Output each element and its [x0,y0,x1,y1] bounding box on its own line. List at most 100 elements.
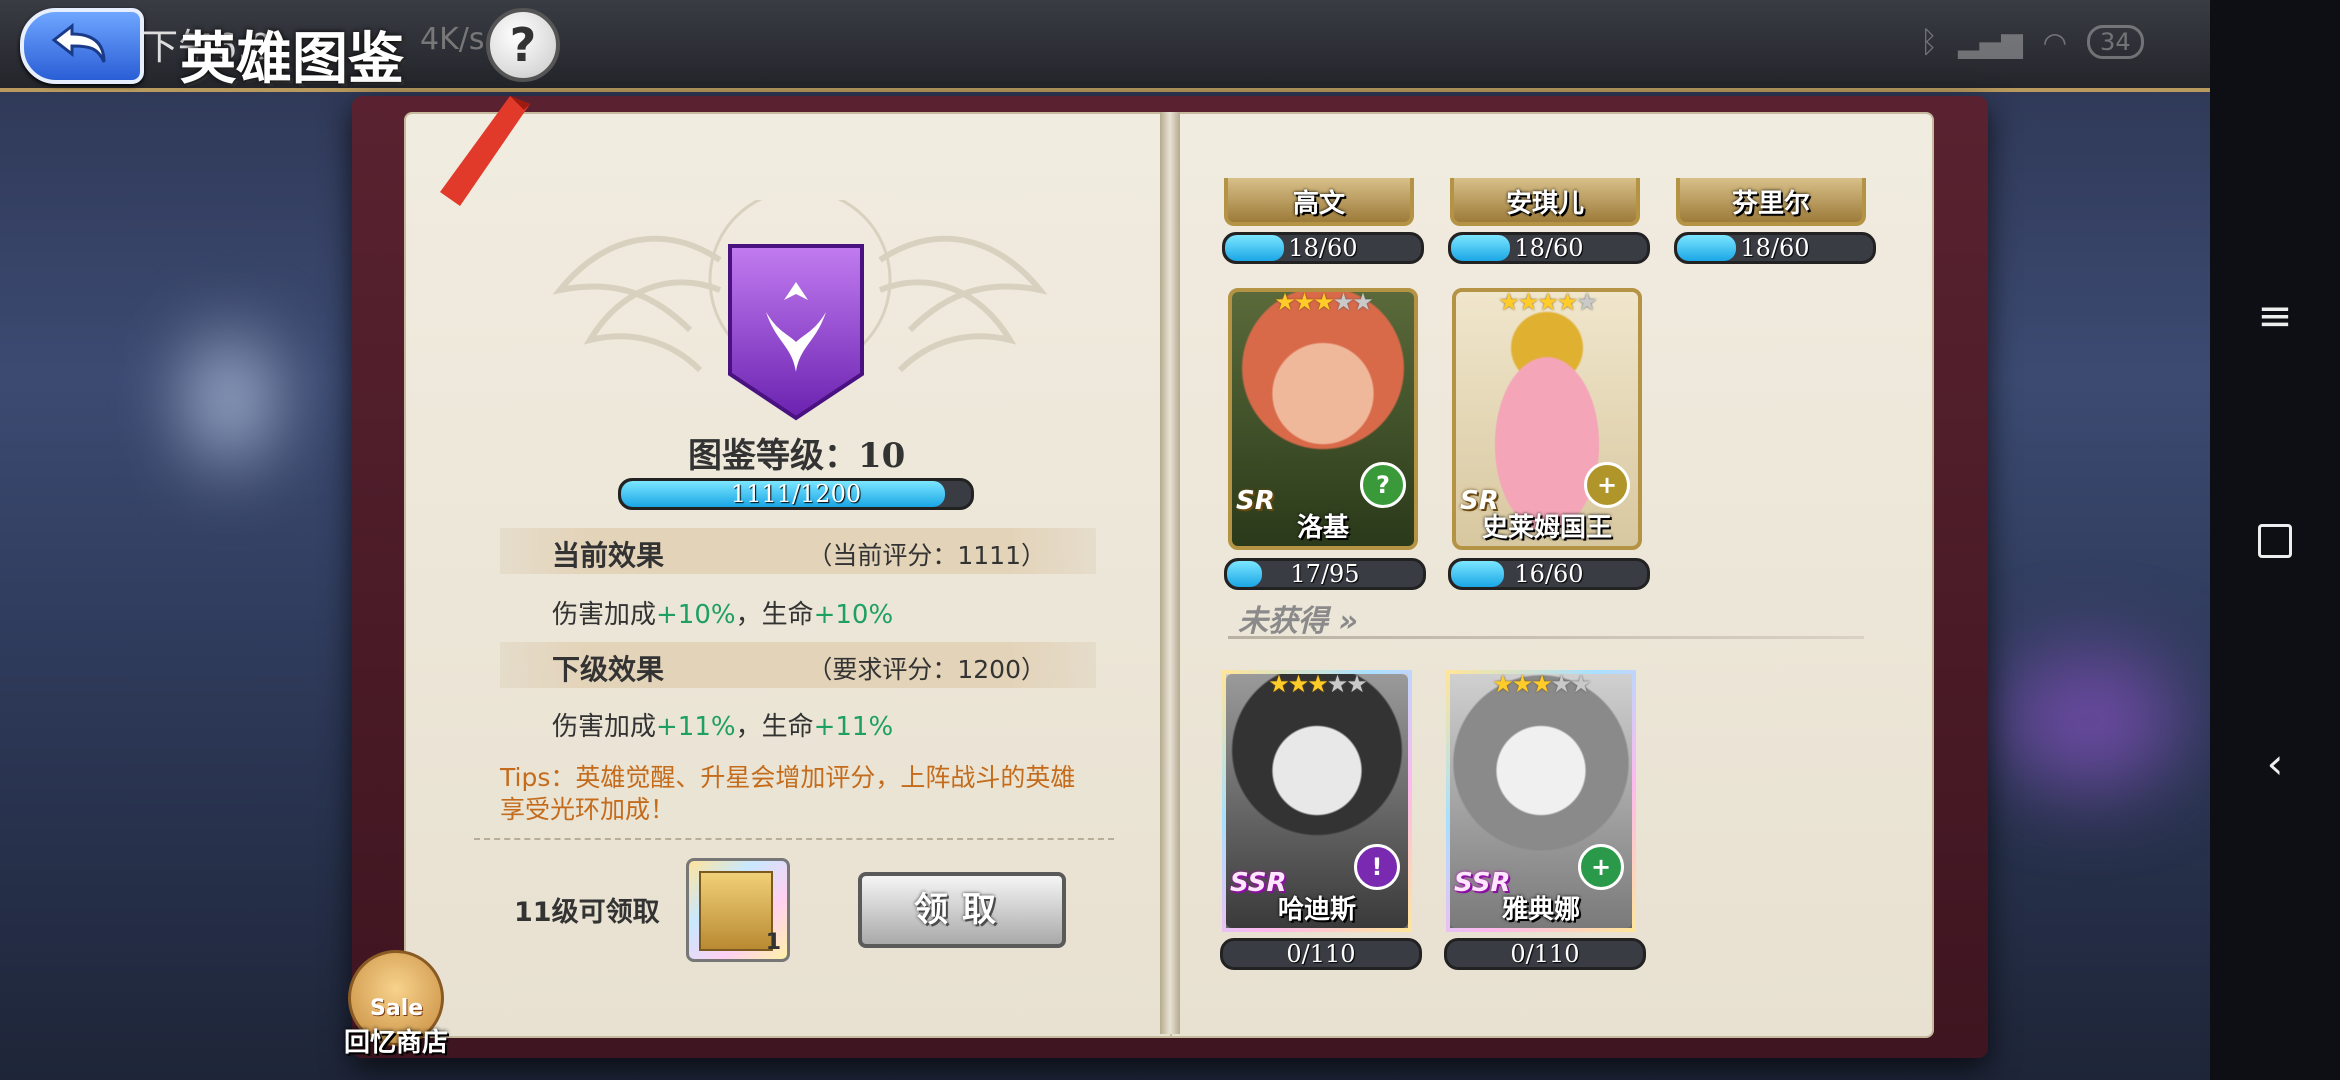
class-badge-icon: ? [1360,462,1406,508]
hero-card[interactable]: 芬里尔 [1676,178,1866,226]
hero-card[interactable]: ★★★★★ SR ? 洛基 [1228,288,1418,550]
class-badge-icon: + [1578,844,1624,890]
signal-icon: ▂▄▆ [1958,25,2023,59]
help-button[interactable]: ? [486,8,560,82]
next-effect-title: 下级效果 [552,653,665,686]
star-icon: ★ [1307,670,1328,698]
required-score: （要求评分：1200） [807,655,1046,684]
star-icon: ★ [1274,288,1295,316]
section-divider [1228,636,1864,639]
hero-progress-bar: 18/60 [1448,232,1650,264]
hero-name: 高文 [1292,189,1345,219]
star-rating: ★★★★★ [1232,288,1414,316]
unobtained-text: 未获得 [1238,604,1328,639]
class-badge-icon: ! [1354,844,1400,890]
star-icon: ★ [1287,670,1309,698]
star-icon: ★ [1293,288,1315,316]
status-icons: ᛒ ▂▄▆ ◠ 34 [1920,22,2144,62]
star-icon: ★ [1498,288,1519,316]
star-icon: ★ [1332,288,1354,316]
back-chevron-icon[interactable]: ‹ [2255,743,2295,785]
hero-name: 哈迪斯 [1277,895,1356,925]
star-icon: ★ [1326,670,1348,698]
star-icon: ★ [1537,288,1558,316]
hero-card[interactable]: ★★★★★ SR + 史莱姆国王 [1452,288,1642,550]
hp-bonus: +11% [813,712,894,742]
hero-progress-bar: 0/110 [1444,938,1646,970]
top-bar: 下午6:0 英雄图鉴 4K/s ? ᛒ ▂▄▆ ◠ 34 [0,0,2210,92]
unobtained-label: 未获得 » [1238,596,1358,640]
claim-condition: 11级可领取 [514,897,660,928]
star-icon: ★ [1313,288,1334,316]
ribbon-bookmark [440,96,530,206]
level-progress-text: 1111/1200 [730,480,862,508]
star-icon: ★ [1531,670,1552,698]
reward-item[interactable]: 1 [686,858,790,962]
hero-name: 洛基 [1296,513,1349,543]
hero-name: 雅典娜 [1501,895,1580,925]
star-icon: ★ [1511,670,1533,698]
sale-tag: Sale [370,996,424,1021]
hero-progress-text: 17/95 [1290,560,1360,588]
shop-label: 回忆商店 [343,1028,448,1058]
hero-card[interactable]: 安琪儿 [1450,178,1640,226]
damage-bonus: +10% [656,600,736,630]
hero-card-locked[interactable]: ★★★★★ SSR + 雅典娜 [1446,670,1636,932]
collection-level: 图鉴等级：10 [688,436,906,476]
background-light [200,340,260,460]
hero-progress-bar: 18/60 [1674,232,1876,264]
star-icon: ★ [1346,670,1367,698]
star-rating: ★★★★★ [1226,670,1408,698]
hp-bonus: +10% [813,600,894,630]
hero-progress-bar: 18/60 [1222,232,1424,264]
hero-progress-text: 0/110 [1510,940,1580,968]
star-icon: ★ [1570,670,1591,698]
star-icon: ★ [1268,670,1289,698]
hero-progress-bar: 0/110 [1220,938,1422,970]
hero-card[interactable]: 高文 [1224,178,1414,226]
wifi-icon: ◠ [2042,25,2068,59]
star-icon: ★ [1556,288,1578,316]
star-icon: ★ [1517,288,1539,316]
status-speed: 4K/s [420,22,485,57]
hero-name: 史莱姆国王 [1481,513,1612,543]
level-progress-bar: 1111/1200 [618,478,974,510]
hero-name: 芬里尔 [1731,189,1810,219]
hero-card-locked[interactable]: ★★★★★ SSR ! 哈迪斯 [1222,670,1412,932]
effect-label: ，生命 [735,712,814,742]
current-score: （当前评分：1111） [807,541,1046,570]
hero-progress-bar: 17/95 [1224,558,1426,590]
hero-progress-text: 0/110 [1286,940,1356,968]
current-effect-banner: 当前效果 （当前评分：1111） [500,528,1096,574]
memory-shop-button[interactable]: Sale 回忆商店 [342,950,450,1058]
star-icon: ★ [1576,288,1597,316]
bluetooth-icon: ᛒ [1920,24,1938,60]
level-emblem-icon [728,244,864,421]
menu-icon[interactable]: ≡ [2255,295,2295,337]
reward-card-icon [699,871,773,951]
double-chevron-icon: » [1338,604,1358,639]
battery-indicator: 34 [2087,25,2144,59]
tips-text: Tips：英雄觉醒、升星会增加评分，上阵战斗的英雄享受光环加成！ [500,763,1076,824]
back-button[interactable] [20,8,144,84]
next-effect-text: 伤害加成+11%，生命+11% [552,706,893,743]
page-title: 英雄图鉴 [180,26,404,92]
back-arrow-icon [51,22,106,63]
star-rating: ★★★★★ [1456,288,1638,316]
divider [474,838,1114,840]
damage-bonus: +11% [656,712,736,742]
hero-progress-text: 18/60 [1514,234,1584,262]
current-effect-title: 当前效果 [552,539,665,572]
star-rating: ★★★★★ [1450,670,1632,698]
effect-label: 伤害加成 [552,600,657,630]
hero-progress-text: 16/60 [1514,560,1584,588]
book-spine [1160,112,1180,1034]
hero-progress-text: 18/60 [1740,234,1810,262]
effect-label: 伤害加成 [552,712,657,742]
claim-button[interactable]: 领取 [858,872,1066,948]
current-effect-text: 伤害加成+10%，生命+10% [552,594,893,631]
effect-label: ，生命 [735,600,814,630]
hero-progress-bar: 16/60 [1448,558,1650,590]
reward-count: 1 [765,930,781,955]
home-square-icon[interactable] [2255,520,2295,560]
